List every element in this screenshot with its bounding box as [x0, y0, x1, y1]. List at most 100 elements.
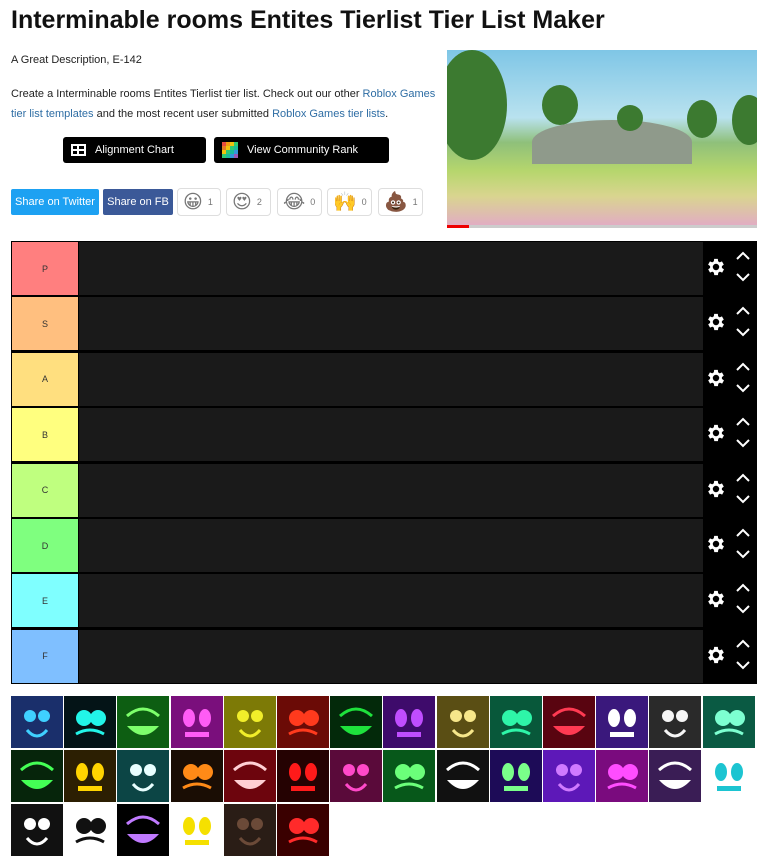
intro-text: Create a Interminable rooms Entites Tier… [11, 88, 363, 100]
entity-thumbnail[interactable] [64, 750, 117, 802]
entity-face-icon [130, 764, 157, 792]
entity-thumbnail[interactable] [11, 750, 63, 802]
chevron-up-icon[interactable] [733, 526, 753, 540]
chevron-up-icon[interactable] [733, 581, 753, 595]
entity-face-icon [608, 709, 637, 737]
tier-drop-zone[interactable] [79, 519, 703, 572]
chevron-down-icon[interactable] [733, 436, 753, 450]
gear-icon[interactable] [705, 311, 727, 333]
entity-thumbnail[interactable] [330, 750, 383, 802]
tier-drop-zone[interactable] [79, 463, 703, 517]
entity-thumbnail[interactable] [117, 696, 170, 748]
tier-drop-zone[interactable] [79, 242, 703, 295]
tier-drop-zone[interactable] [79, 352, 703, 406]
entity-thumbnail[interactable] [596, 696, 649, 748]
entity-thumbnail[interactable] [11, 696, 63, 748]
chevron-up-icon[interactable] [733, 415, 753, 429]
video-progress-bar[interactable] [447, 225, 757, 228]
entity-thumbnail[interactable] [383, 750, 436, 802]
gear-icon[interactable] [705, 644, 727, 666]
entity-thumbnail[interactable] [11, 804, 63, 856]
tier-drop-zone[interactable] [79, 629, 703, 683]
entity-thumbnail[interactable] [223, 804, 276, 856]
chevron-down-icon[interactable] [733, 602, 753, 616]
entity-face-icon [449, 710, 476, 738]
tier-drop-zone[interactable] [79, 574, 703, 628]
entity-face-icon [75, 818, 107, 844]
tier-label[interactable]: P [12, 242, 78, 295]
entity-thumbnail[interactable] [383, 696, 436, 748]
entity-thumbnail[interactable] [170, 804, 223, 856]
entity-thumbnail[interactable] [436, 750, 489, 802]
entity-face-icon [658, 761, 693, 789]
entity-thumbnail[interactable] [170, 750, 223, 802]
gear-icon[interactable] [705, 533, 727, 555]
tier-drop-zone[interactable] [79, 408, 703, 462]
chevron-down-icon[interactable] [733, 325, 753, 339]
entity-thumbnail[interactable] [277, 804, 329, 856]
entity-thumbnail[interactable] [330, 696, 383, 748]
tier-label[interactable]: E [12, 574, 78, 628]
entity-thumbnail[interactable] [489, 750, 542, 802]
entity-thumbnail[interactable] [702, 750, 755, 802]
chevron-down-icon[interactable] [733, 492, 753, 506]
chevron-up-icon[interactable] [733, 637, 753, 651]
chevron-down-icon[interactable] [733, 547, 753, 561]
entity-thumbnail[interactable] [117, 804, 170, 856]
reaction-count: 2 [256, 197, 262, 207]
entity-thumbnail[interactable] [596, 750, 649, 802]
gear-icon[interactable] [705, 478, 727, 500]
entity-thumbnail[interactable] [649, 750, 702, 802]
entity-thumbnail[interactable] [223, 696, 276, 748]
entity-thumbnail[interactable] [117, 750, 170, 802]
tier-label[interactable]: C [12, 463, 78, 517]
gear-icon[interactable] [705, 422, 727, 444]
entity-face-icon [556, 764, 582, 792]
tier-drop-zone[interactable] [79, 297, 703, 351]
entity-thumbnail[interactable] [223, 750, 276, 802]
alignment-chart-button[interactable]: Alignment Chart [63, 137, 206, 163]
video-player[interactable] [447, 50, 757, 228]
entity-face-icon [75, 710, 107, 736]
reaction-poop-button[interactable]: 💩 1 [378, 188, 423, 216]
tier-row-p: P [11, 241, 757, 296]
recent-lists-link[interactable]: Roblox Games tier lists [272, 108, 385, 120]
poop-emoji-icon: 💩 [384, 191, 408, 213]
entity-thumbnail[interactable] [170, 696, 223, 748]
entity-thumbnail[interactable] [64, 804, 117, 856]
tier-label[interactable]: F [12, 629, 78, 683]
gear-icon[interactable] [705, 256, 727, 278]
entity-thumbnail[interactable] [64, 696, 117, 748]
entity-thumbnail[interactable] [543, 750, 595, 802]
entity-thumbnail[interactable] [277, 750, 329, 802]
tier-label[interactable]: S [12, 297, 78, 351]
chevron-down-icon[interactable] [733, 658, 753, 672]
chevron-up-icon[interactable] [733, 471, 753, 485]
entity-face-icon [445, 761, 480, 789]
tier-label[interactable]: A [12, 352, 78, 406]
tier-row-f: F [11, 629, 757, 684]
gear-icon[interactable] [705, 367, 727, 389]
chevron-down-icon[interactable] [733, 381, 753, 395]
reaction-laugh-button[interactable]: 😂 0 [277, 188, 322, 216]
tier-label[interactable]: D [12, 519, 78, 572]
gear-icon[interactable] [705, 588, 727, 610]
reaction-grin-button[interactable]: 😀 1 [177, 188, 221, 216]
chevron-up-icon[interactable] [733, 249, 753, 263]
tier-label[interactable]: B [12, 408, 78, 462]
entity-thumbnail[interactable] [436, 696, 489, 748]
entity-thumbnail[interactable] [489, 696, 542, 748]
reaction-raised-hands-button[interactable]: 🙌 0 [327, 188, 372, 216]
share-fb-button[interactable]: Share on FB [103, 189, 173, 215]
reaction-heart-eyes-button[interactable]: 😍 2 [226, 188, 271, 216]
entity-thumbnail[interactable] [702, 696, 755, 748]
entity-thumbnail[interactable] [543, 696, 595, 748]
entity-thumbnail[interactable] [649, 696, 702, 748]
chevron-up-icon[interactable] [733, 304, 753, 318]
entity-thumbnail[interactable] [277, 696, 329, 748]
chevron-down-icon[interactable] [733, 270, 753, 284]
chevron-up-icon[interactable] [733, 360, 753, 374]
tier-row-s: S [11, 296, 757, 351]
community-rank-button[interactable]: View Community Rank [214, 137, 389, 163]
share-twitter-button[interactable]: Share on Twitter [11, 189, 99, 215]
